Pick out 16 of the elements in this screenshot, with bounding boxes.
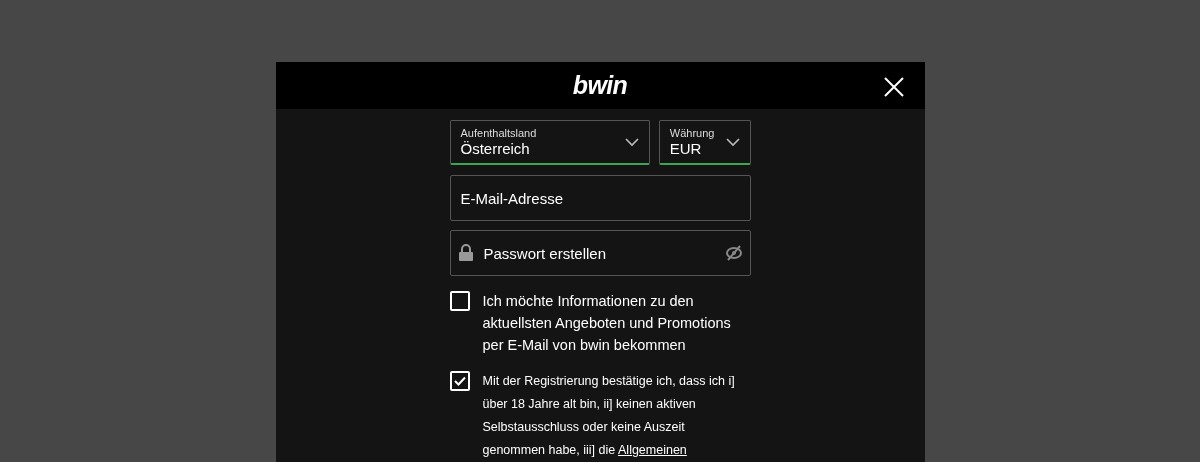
- close-button[interactable]: [882, 76, 905, 98]
- checkbox[interactable]: [449, 371, 470, 391]
- password-field[interactable]: Passwort erstellen: [449, 230, 751, 276]
- terms-link[interactable]: Allgemeinen: [618, 443, 687, 457]
- checkbox[interactable]: [449, 291, 470, 311]
- email-field[interactable]: E-Mail-Adresse: [449, 175, 751, 221]
- checkbox-label: Ich möchte Informationen zu den aktuellsten Angeboten und Promotions per E-Mail von bwin bekommen: [482, 292, 732, 355]
- chevron-down-icon: [725, 137, 740, 147]
- check-icon: [453, 376, 466, 386]
- eye-slash-icon[interactable]: [724, 245, 743, 261]
- logo: bwin: [572, 69, 628, 101]
- lock-icon: [458, 244, 473, 261]
- checkbox-label: Mit der Registrierung bestätige ich, dass ich i] über 18 Jahre alt bin, ii] keinen aktiven Selbstausschluss oder keine Auszeit genommen habe, iii] die Allgemeinen: [482, 373, 736, 459]
- select-field[interactable]: Aufenthaltsland Österreich: [449, 120, 650, 165]
- chevron-down-icon: [624, 137, 639, 147]
- select-field[interactable]: Währung EUR: [658, 120, 751, 165]
